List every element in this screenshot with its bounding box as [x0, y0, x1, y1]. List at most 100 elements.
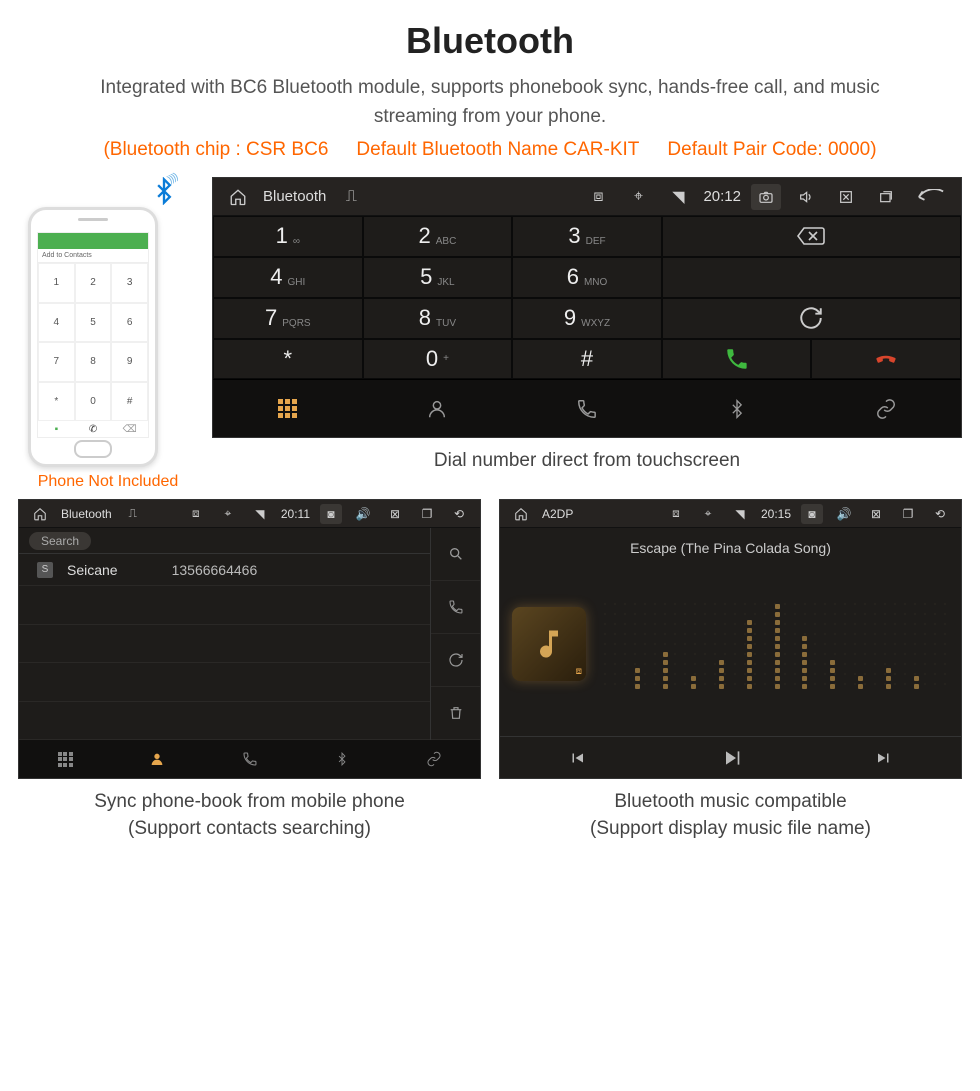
volume-icon[interactable]: 🔊	[833, 504, 855, 524]
volume-icon[interactable]: 🔊	[352, 504, 374, 524]
location-icon: ⌖	[697, 504, 719, 524]
call-icon[interactable]	[431, 581, 480, 634]
tab-contacts[interactable]	[363, 380, 513, 437]
search-row[interactable]: Search	[19, 528, 430, 554]
backspace-key[interactable]	[662, 216, 961, 257]
redial-key[interactable]	[662, 298, 961, 339]
phone-caption: Phone Not Included	[38, 473, 179, 491]
key-1[interactable]: 1∞	[213, 216, 363, 257]
tab-recent[interactable]	[512, 380, 662, 437]
recent-icon[interactable]	[871, 184, 901, 210]
phone-key: 6	[111, 303, 148, 343]
home-icon[interactable]	[29, 504, 51, 524]
key-star[interactable]: *	[213, 339, 363, 380]
phone-statusbar	[38, 233, 148, 249]
bluetooth-status-icon: ⧈	[583, 184, 613, 210]
hangup-button[interactable]	[811, 339, 961, 380]
contact-row[interactable]: S Seicane 13566664466	[19, 554, 430, 586]
contact-number: 13566664466	[172, 562, 258, 578]
key-6[interactable]: 6MNO	[512, 257, 662, 298]
key-3[interactable]: 3DEF	[512, 216, 662, 257]
empty-row	[19, 702, 430, 741]
next-button[interactable]	[807, 737, 961, 778]
key-2[interactable]: 2ABC	[363, 216, 513, 257]
recent-icon[interactable]: ❐	[897, 504, 919, 524]
sync-icon[interactable]	[431, 634, 480, 687]
tab-bluetooth[interactable]	[296, 740, 388, 778]
home-icon[interactable]	[510, 504, 532, 524]
clock: 20:15	[761, 507, 791, 521]
close-icon[interactable]: ⊠	[865, 504, 887, 524]
key-5[interactable]: 5JKL	[363, 257, 513, 298]
delete-icon[interactable]	[431, 687, 480, 740]
phone-key: 0	[75, 382, 112, 422]
phone-key: 7	[38, 342, 75, 382]
phone-key: *	[38, 382, 75, 422]
subtitle: Integrated with BC6 Bluetooth module, su…	[88, 74, 892, 131]
back-icon[interactable]	[911, 184, 951, 210]
recent-icon[interactable]: ❐	[416, 504, 438, 524]
camera-icon[interactable]: ◙	[320, 504, 342, 524]
key-9[interactable]: 9WXYZ	[512, 298, 662, 339]
tab-bluetooth[interactable]	[662, 380, 812, 437]
tab-contacts[interactable]	[111, 740, 203, 778]
empty-row	[19, 586, 430, 625]
album-art: ⧈	[512, 607, 586, 681]
location-icon: ⌖	[217, 504, 239, 524]
prev-button[interactable]	[500, 737, 654, 778]
volume-icon[interactable]	[791, 184, 821, 210]
add-contacts-label: Add to Contacts	[38, 249, 148, 263]
camera-icon[interactable]: ◙	[801, 504, 823, 524]
close-icon[interactable]: ⊠	[384, 504, 406, 524]
call-button[interactable]	[662, 339, 812, 380]
bluetooth-badge-icon: ⧈	[576, 666, 582, 677]
phone-key: 4	[38, 303, 75, 343]
spec-pair: Default Pair Code: 0000)	[667, 139, 876, 161]
phone-key: 8	[75, 342, 112, 382]
specs-row: (Bluetooth chip : CSR BC6 Default Blueto…	[18, 139, 962, 161]
play-button[interactable]	[654, 737, 808, 778]
phone-call-icon: ✆	[75, 421, 112, 437]
bluetooth-status-icon: ⧈	[665, 504, 687, 524]
key-4[interactable]: 4GHI	[213, 257, 363, 298]
contacts-headunit: Bluetooth ⎍ ⧈ ⌖ ◥ 20:11 ◙ 🔊 ⊠ ❐ ⟲	[18, 499, 481, 779]
phone-key: 1	[38, 263, 75, 303]
search-input[interactable]: Search	[29, 532, 91, 550]
app-name: Bluetooth	[263, 188, 326, 205]
contacts-caption: Sync phone-book from mobile phone (Suppo…	[18, 789, 481, 842]
tab-recent[interactable]	[203, 740, 295, 778]
tab-pair[interactable]	[811, 380, 961, 437]
home-icon[interactable]	[223, 184, 253, 210]
bluetooth-icon	[150, 177, 178, 205]
camera-icon[interactable]	[751, 184, 781, 210]
spec-chip: (Bluetooth chip : CSR BC6	[103, 139, 328, 161]
phone-key: 5	[75, 303, 112, 343]
song-title: Escape (The Pina Colada Song)	[630, 540, 831, 556]
key-8[interactable]: 8TUV	[363, 298, 513, 339]
tab-keypad[interactable]	[213, 380, 363, 437]
clock: 20:12	[703, 188, 741, 205]
contact-name: Seicane	[67, 562, 118, 578]
key-0[interactable]: 0+	[363, 339, 513, 380]
bluetooth-status-icon: ⧈	[185, 504, 207, 524]
dialer-headunit: Bluetooth ⎍ ⧈ ⌖ ◥ 20:12 1∞ 2ABC 3DEF	[212, 177, 962, 438]
search-icon[interactable]	[431, 528, 480, 581]
app-name: Bluetooth	[61, 507, 112, 521]
phone-key: 9	[111, 342, 148, 382]
key-hash[interactable]: #	[512, 339, 662, 380]
tab-keypad[interactable]	[19, 740, 111, 778]
tab-pair[interactable]	[388, 740, 480, 778]
phone-back-icon: ⌫	[111, 421, 148, 437]
phone-key: 3	[111, 263, 148, 303]
wifi-icon: ◥	[249, 504, 271, 524]
close-icon[interactable]	[831, 184, 861, 210]
music-caption: Bluetooth music compatible (Support disp…	[499, 789, 962, 842]
spec-name: Default Bluetooth Name CAR-KIT	[356, 139, 639, 161]
phone-key: #	[111, 382, 148, 422]
empty-row	[19, 625, 430, 664]
back-icon[interactable]: ⟲	[929, 504, 951, 524]
contact-badge: S	[37, 562, 53, 578]
back-icon[interactable]: ⟲	[448, 504, 470, 524]
key-7[interactable]: 7PQRS	[213, 298, 363, 339]
phone-mockup: Add to Contacts 1 2 3 4 5 6 7 8 9 *	[28, 207, 158, 467]
